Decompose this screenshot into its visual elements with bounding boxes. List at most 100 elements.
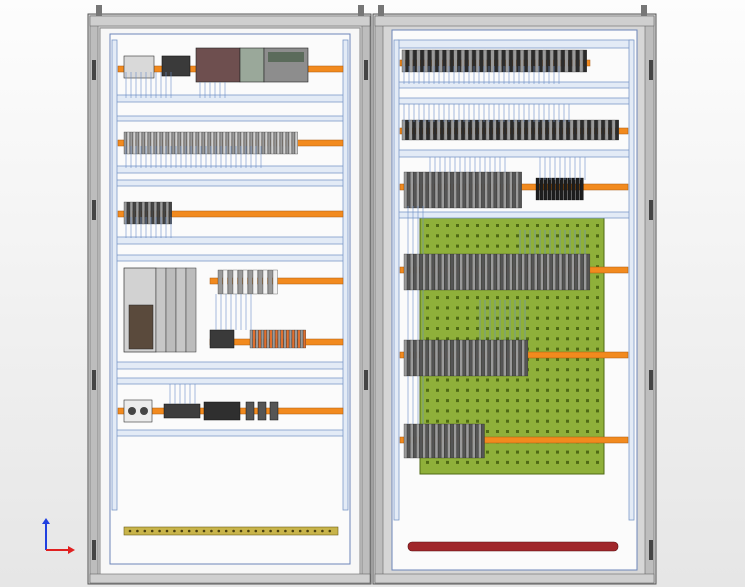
io-module (543, 253, 547, 291)
io-module (490, 253, 494, 291)
perforation-hole (536, 316, 539, 320)
terminal-block (440, 119, 444, 141)
perforation-hole (596, 234, 599, 238)
perforation-hole (486, 306, 489, 310)
plc-io-module-3 (175, 267, 187, 353)
perforation-hole (466, 316, 469, 320)
perforation-hole (496, 399, 499, 403)
io-module (512, 171, 516, 209)
terminal-block (263, 329, 267, 349)
perforation-hole (536, 357, 539, 361)
busbar-hole (254, 529, 258, 533)
terminal-block (505, 49, 510, 73)
io-module (568, 253, 572, 291)
io-module (487, 171, 491, 209)
perforation-hole (456, 224, 459, 227)
io-module (484, 253, 488, 291)
perforation-hole (426, 296, 429, 300)
terminal-block (575, 49, 580, 73)
perforation-hole (476, 316, 479, 320)
perforation-hole (586, 419, 589, 423)
perforation-hole (596, 347, 599, 351)
io-module (425, 423, 429, 459)
busbar-hole (217, 529, 221, 533)
terminal-block (222, 131, 226, 155)
busbar-hole (239, 529, 243, 533)
terminal-block (269, 329, 273, 349)
io-module (416, 423, 420, 459)
perforation-hole (446, 409, 449, 413)
perforation-hole (486, 388, 489, 392)
perforation-hole (546, 450, 549, 454)
perforation-hole (446, 399, 449, 403)
io-module (437, 423, 442, 459)
io-module (518, 339, 522, 377)
terminal-block (289, 329, 292, 349)
terminal-block (579, 49, 584, 73)
perforation-hole (476, 327, 479, 330)
perforation-hole (576, 306, 579, 310)
terminal-block (135, 131, 139, 155)
left-hinge-4 (92, 540, 96, 560)
terminal-block (126, 131, 130, 155)
terminal-block (198, 131, 202, 155)
io-module (428, 253, 432, 291)
terminal-block (165, 201, 169, 225)
io-module (472, 423, 476, 459)
perforation-hole (586, 357, 589, 361)
perforation-hole (486, 409, 489, 413)
perforation-hole (566, 224, 569, 227)
terminal-block (442, 49, 447, 73)
terminal-block (468, 119, 472, 141)
terminal-block (520, 119, 525, 141)
terminal-block (243, 131, 247, 155)
terminal-block (150, 131, 154, 155)
terminal-block (204, 131, 208, 155)
perforation-hole (436, 244, 439, 248)
perforation-hole (546, 409, 549, 413)
relay (571, 177, 576, 201)
perforation-hole (546, 399, 549, 403)
perforation-hole (526, 409, 529, 413)
right-hinge-3 (649, 370, 653, 390)
right-red-busbar (407, 541, 619, 552)
io-module (481, 253, 485, 291)
right-lifting-eye-2 (641, 5, 647, 16)
io-module (552, 253, 556, 291)
terminal-block (496, 119, 500, 141)
perforation-hole (576, 460, 579, 464)
perforation-hole (526, 327, 529, 330)
perforation-hole (436, 316, 439, 320)
perforation-hole (476, 306, 479, 310)
perforation-hole (526, 388, 529, 392)
perforation-hole (506, 244, 509, 248)
perforation-hole (486, 244, 489, 248)
perforation-hole (516, 460, 519, 464)
io-module (534, 253, 538, 291)
perforation-hole (466, 306, 469, 310)
perforation-hole (446, 296, 449, 300)
perforation-hole (566, 337, 569, 341)
io-module (503, 339, 507, 377)
perforation-hole (596, 327, 599, 330)
io-module (586, 253, 591, 291)
terminal-block (156, 131, 160, 155)
io-module (428, 171, 432, 209)
terminal-block (240, 131, 244, 155)
perforation-hole (516, 450, 519, 454)
relay (551, 177, 556, 201)
io-module (419, 423, 423, 459)
perforation-hole (546, 368, 549, 372)
perforation-hole (466, 378, 469, 382)
busbar-hole (247, 529, 250, 533)
perforation-hole (546, 327, 549, 330)
terminal-block (237, 131, 241, 155)
perforation-hole (566, 450, 569, 454)
terminal-block (144, 201, 148, 225)
relay (217, 269, 223, 295)
io-module (481, 339, 485, 377)
busbar-hole (306, 529, 309, 533)
io-module (555, 253, 560, 291)
io-module (453, 339, 457, 377)
io-module (406, 339, 411, 377)
